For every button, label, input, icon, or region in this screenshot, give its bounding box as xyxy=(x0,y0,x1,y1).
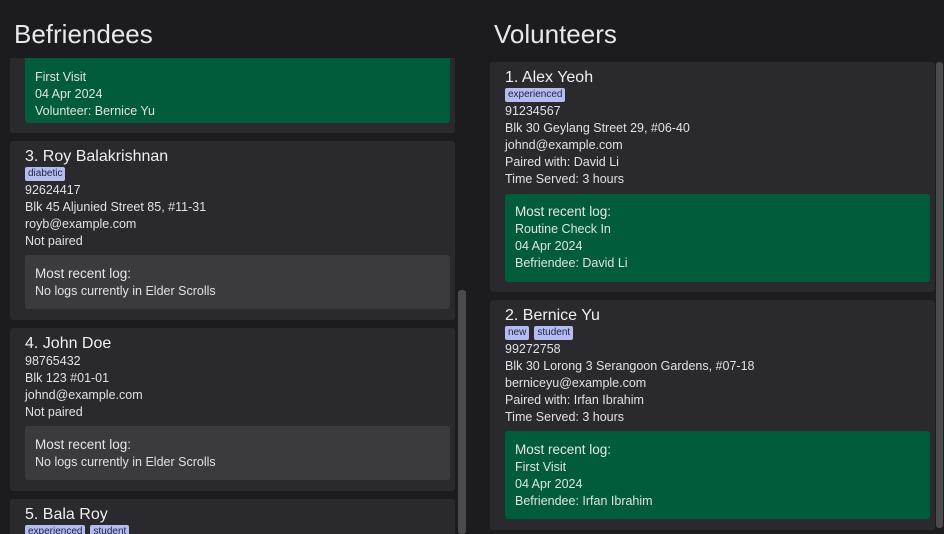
scrollbar-thumb[interactable] xyxy=(936,62,943,528)
pairing-status: Not paired xyxy=(25,234,83,248)
log-date: 04 Apr 2024 xyxy=(515,477,583,491)
address: Blk 123 #01-01 xyxy=(25,371,110,385)
tag: student xyxy=(534,326,574,340)
address: Blk 45 Aljunied Street 85, #11-31 xyxy=(25,200,207,214)
person-name: 5. Bala Roy xyxy=(25,506,108,523)
email: berniceyu@example.com xyxy=(505,376,647,390)
befriendees-list[interactable]: First Visit 04 Apr 2024 Volunteer: Berni… xyxy=(0,58,472,534)
befriendee-card-partial[interactable]: First Visit 04 Apr 2024 Volunteer: Berni… xyxy=(10,58,455,133)
tag: student xyxy=(90,525,130,534)
tag: diabetic xyxy=(25,167,66,181)
recent-log-box: First Visit 04 Apr 2024 Volunteer: Berni… xyxy=(25,58,450,123)
recent-log-box: Most recent log: No logs currently in El… xyxy=(25,255,450,309)
befriendees-panel: First Visit 04 Apr 2024 Volunteer: Berni… xyxy=(0,0,472,534)
volunteers-scrollbar[interactable] xyxy=(935,58,944,534)
log-heading: Most recent log: xyxy=(35,437,132,452)
pairing-status: Paired with: David Li xyxy=(505,155,619,169)
befriendee-card[interactable]: 3. Roy Balakrishnan diabetic 92624417 Bl… xyxy=(10,141,455,320)
tag-list: diabetic xyxy=(25,167,66,181)
befriendees-scrollbar[interactable] xyxy=(457,58,469,534)
log-type: First Visit xyxy=(515,460,567,474)
pairing-status: Not paired xyxy=(25,405,83,419)
pairing-status: Paired with: Irfan Ibrahim xyxy=(505,393,644,407)
recent-log-box: Most recent log: No logs currently in El… xyxy=(25,426,450,480)
recent-log-box: Most recent log: First Visit 04 Apr 2024… xyxy=(505,431,930,519)
log-date: 04 Apr 2024 xyxy=(35,87,103,101)
log-heading: Most recent log: xyxy=(515,204,612,219)
befriendee-card[interactable]: 5. Bala Roy experienced student xyxy=(10,499,455,534)
tag: experienced xyxy=(25,525,86,534)
time-served: Time Served: 3 hours xyxy=(505,410,625,424)
tag: experienced xyxy=(505,88,566,102)
person-name: 1. Alex Yeoh xyxy=(505,69,594,86)
address: Blk 30 Geylang Street 29, #06-40 xyxy=(505,121,690,135)
log-partner: Befriendee: Irfan Ibrahim xyxy=(515,494,653,508)
phone: 92624417 xyxy=(25,183,81,197)
person-name: 4. John Doe xyxy=(25,335,112,352)
log-date: 04 Apr 2024 xyxy=(515,239,583,253)
tag: new xyxy=(505,326,530,340)
log-heading: Most recent log: xyxy=(35,266,132,281)
phone: 98765432 xyxy=(25,354,81,368)
befriendee-card[interactable]: 4. John Doe 98765432 Blk 123 #01-01 john… xyxy=(10,328,455,491)
log-partner: Volunteer: Bernice Yu xyxy=(35,104,155,118)
email: johnd@example.com xyxy=(25,388,143,402)
person-name: 3. Roy Balakrishnan xyxy=(25,148,169,165)
volunteers-list[interactable]: 1. Alex Yeoh experienced 91234567 Blk 30… xyxy=(480,58,944,534)
volunteer-card[interactable]: 2. Bernice Yu new student 99272758 Blk 3… xyxy=(490,300,935,530)
volunteer-card[interactable]: 1. Alex Yeoh experienced 91234567 Blk 30… xyxy=(490,62,935,292)
tag-list: experienced student xyxy=(25,525,130,534)
phone: 99272758 xyxy=(505,342,561,356)
log-type: Routine Check In xyxy=(515,222,611,236)
address: Blk 30 Lorong 3 Serangoon Gardens, #07-1… xyxy=(505,359,755,373)
log-empty-message: No logs currently in Elder Scrolls xyxy=(35,455,216,469)
befriendees-header: Befriendees xyxy=(0,0,472,58)
time-served: Time Served: 3 hours xyxy=(505,172,625,186)
log-empty-message: No logs currently in Elder Scrolls xyxy=(35,284,216,298)
person-name: 2. Bernice Yu xyxy=(505,307,600,324)
scrollbar-thumb[interactable] xyxy=(458,290,466,534)
tag-list: experienced xyxy=(505,88,566,102)
phone: 91234567 xyxy=(505,104,561,118)
volunteers-panel: 1. Alex Yeoh experienced 91234567 Blk 30… xyxy=(480,0,944,534)
log-type: First Visit xyxy=(35,70,87,84)
log-heading: Most recent log: xyxy=(515,442,612,457)
email: royb@example.com xyxy=(25,217,137,231)
recent-log-box: Most recent log: Routine Check In 04 Apr… xyxy=(505,194,930,282)
volunteers-header: Volunteers xyxy=(480,0,944,58)
tag-list: new student xyxy=(505,326,574,340)
panel-title: Befriendees xyxy=(14,19,153,49)
email: johnd@example.com xyxy=(505,138,623,152)
panel-title: Volunteers xyxy=(494,19,617,49)
log-partner: Befriendee: David Li xyxy=(515,256,628,270)
